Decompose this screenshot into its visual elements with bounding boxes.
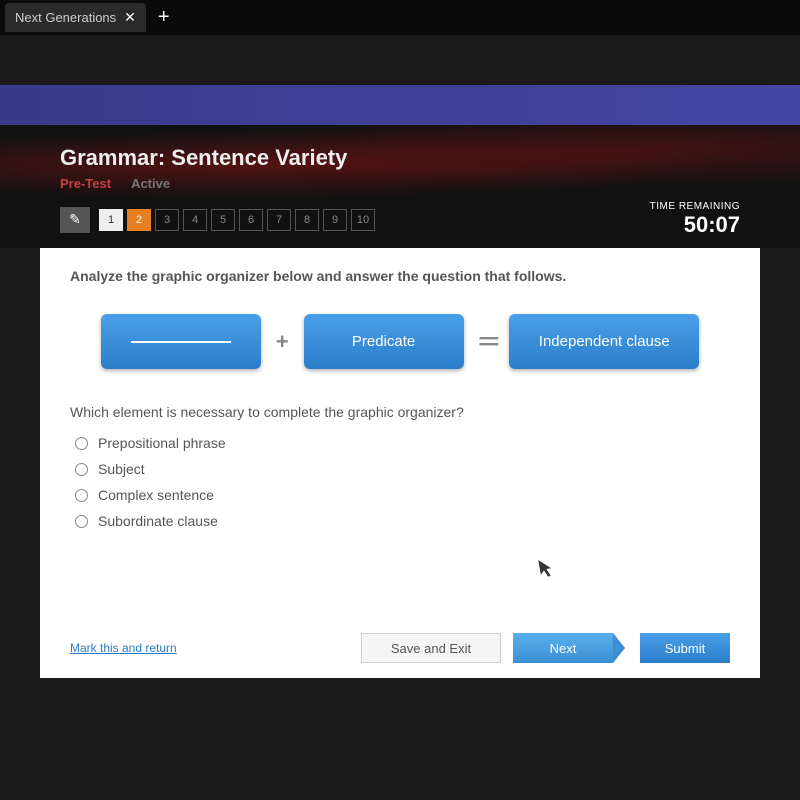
question-nav-6[interactable]: 6 <box>239 209 263 231</box>
submit-button[interactable]: Submit <box>640 633 730 663</box>
save-exit-button[interactable]: Save and Exit <box>361 633 501 663</box>
radio-icon[interactable] <box>75 489 88 502</box>
question-nav-9[interactable]: 9 <box>323 209 347 231</box>
question-nav-7[interactable]: 7 <box>267 209 291 231</box>
radio-icon[interactable] <box>75 515 88 528</box>
radio-icon[interactable] <box>75 463 88 476</box>
answer-options: Prepositional phrase Subject Complex sen… <box>70 435 730 529</box>
option-d[interactable]: Subordinate clause <box>75 513 730 529</box>
option-b[interactable]: Subject <box>75 461 730 477</box>
question-text: Which element is necessary to complete t… <box>70 404 730 420</box>
add-tab-icon[interactable]: + <box>158 6 170 29</box>
question-panel: Analyze the graphic organizer below and … <box>40 248 760 678</box>
equals-icon: == <box>479 329 495 355</box>
option-label: Subject <box>98 461 145 477</box>
question-nav-10[interactable]: 10 <box>351 209 375 231</box>
lesson-title: Grammar: Sentence Variety <box>60 145 740 171</box>
organizer-blank-box <box>101 314 261 369</box>
cursor-icon <box>538 557 558 584</box>
graphic-organizer: + Predicate == Independent clause <box>70 314 730 369</box>
option-label: Complex sentence <box>98 487 214 503</box>
browser-tab[interactable]: Next Generations ✕ <box>5 3 146 32</box>
mark-return-link[interactable]: Mark this and return <box>70 641 177 655</box>
organizer-independent-box: Independent clause <box>509 314 699 369</box>
next-button[interactable]: Next <box>513 633 613 663</box>
option-label: Subordinate clause <box>98 513 218 529</box>
question-nav-1[interactable]: 1 <box>99 209 123 231</box>
tab-active[interactable]: Active <box>131 176 170 191</box>
question-nav-5[interactable]: 5 <box>211 209 235 231</box>
tab-title: Next Generations <box>15 10 116 25</box>
timer: TIME REMAINING 50:07 <box>650 201 740 238</box>
timer-value: 50:07 <box>650 212 740 238</box>
lesson-header: Grammar: Sentence Variety Pre-Test Activ… <box>0 125 800 248</box>
app-top-bar <box>0 85 800 125</box>
organizer-predicate-box: Predicate <box>304 314 464 369</box>
question-nav-4[interactable]: 4 <box>183 209 207 231</box>
close-icon[interactable]: ✕ <box>124 9 136 26</box>
browser-tab-bar: Next Generations ✕ + <box>0 0 800 35</box>
option-a[interactable]: Prepositional phrase <box>75 435 730 451</box>
question-nav-3[interactable]: 3 <box>155 209 179 231</box>
radio-icon[interactable] <box>75 437 88 450</box>
instruction-text: Analyze the graphic organizer below and … <box>70 268 730 284</box>
pencil-icon[interactable]: ✎ <box>60 207 90 233</box>
timer-label: TIME REMAINING <box>650 201 740 212</box>
plus-icon: + <box>276 329 289 355</box>
question-nav-8[interactable]: 8 <box>295 209 319 231</box>
option-label: Prepositional phrase <box>98 435 226 451</box>
option-c[interactable]: Complex sentence <box>75 487 730 503</box>
tab-pre-test[interactable]: Pre-Test <box>60 176 111 191</box>
question-nav-2[interactable]: 2 <box>127 209 151 231</box>
footer-bar: Mark this and return Save and Exit Next … <box>70 633 730 663</box>
